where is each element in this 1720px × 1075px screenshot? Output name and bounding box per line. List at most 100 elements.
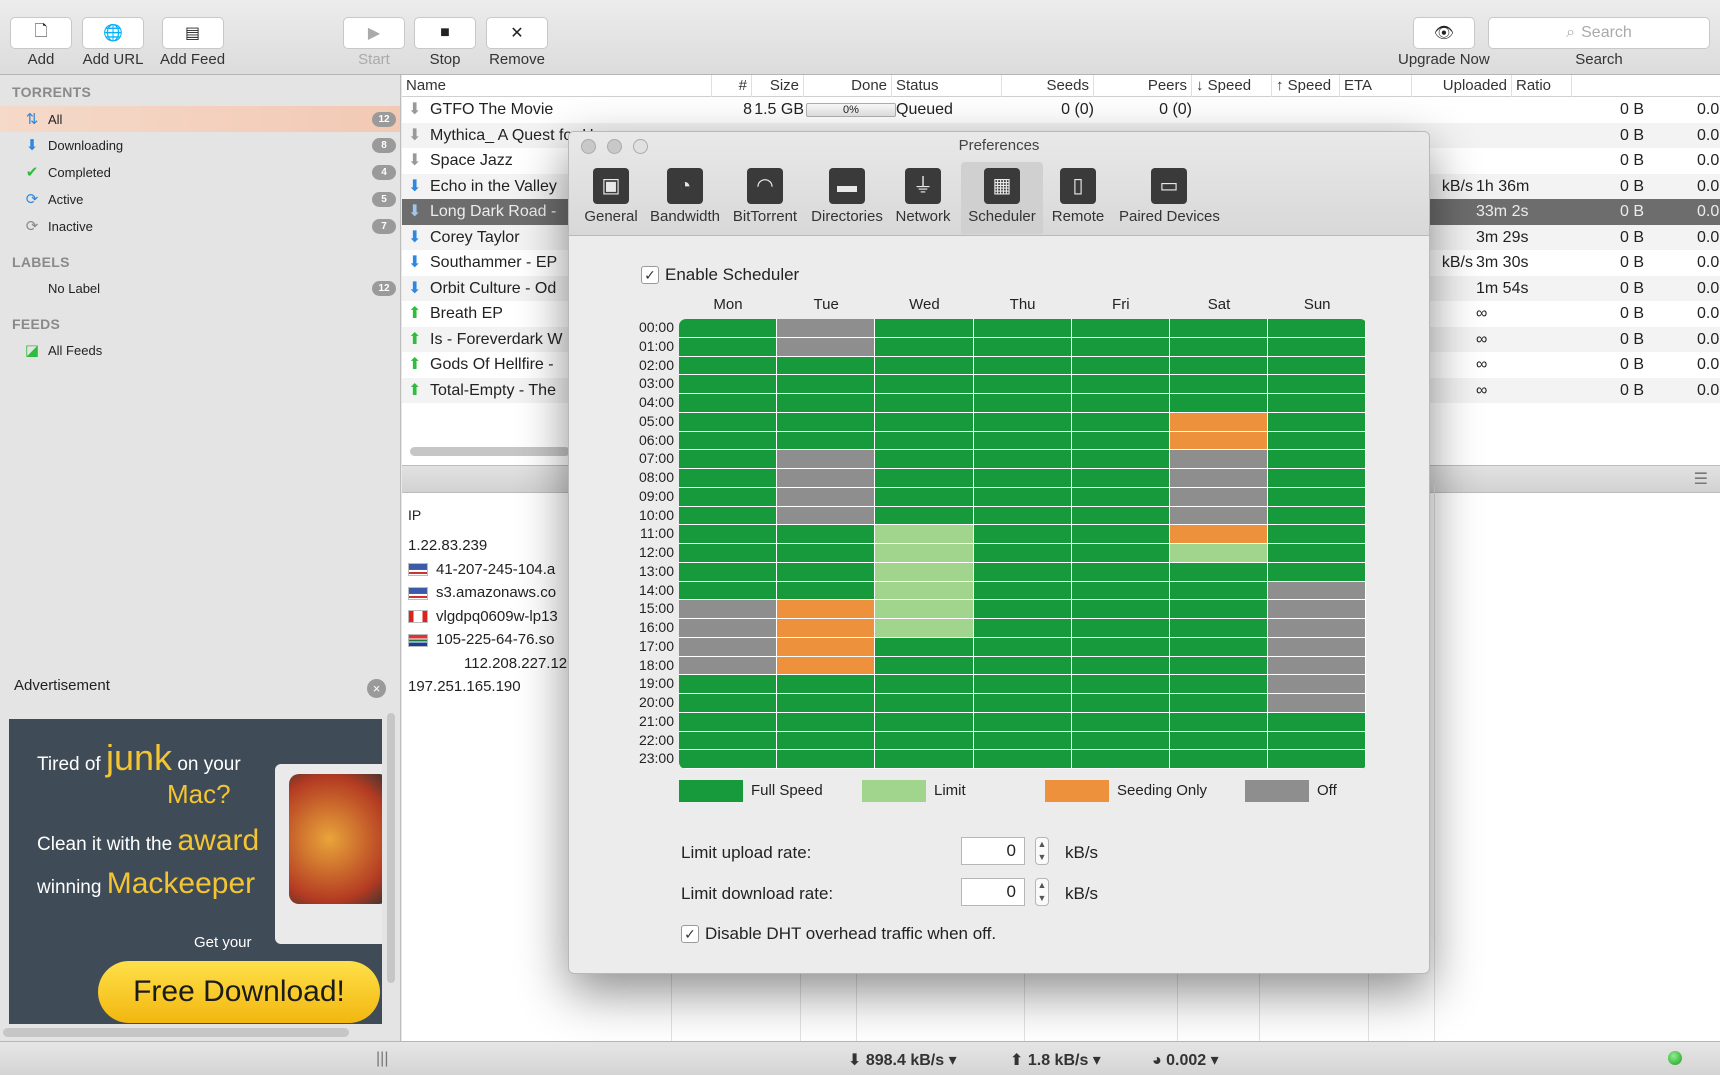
upload-speed-status[interactable]: ⬆ 1.8 kB/s ▾: [1010, 1050, 1101, 1070]
schedule-cell[interactable]: [679, 375, 778, 394]
remove-button[interactable]: ✕ Remove: [486, 17, 548, 68]
schedule-cell[interactable]: [777, 562, 876, 582]
download-rate-input[interactable]: 0: [961, 878, 1025, 906]
schedule-cell[interactable]: [875, 412, 974, 432]
peer-row[interactable]: s3.amazonaws.co: [408, 584, 556, 601]
schedule-cell[interactable]: [875, 750, 974, 769]
column-header[interactable]: Peers: [1094, 75, 1192, 97]
schedule-cell[interactable]: [679, 394, 778, 413]
column-header[interactable]: Seeds: [1002, 75, 1094, 97]
ratio-status[interactable]: ◕ 0.002 ▾: [1152, 1050, 1219, 1070]
schedule-cell[interactable]: [973, 394, 1072, 413]
schedule-cell[interactable]: [973, 506, 1072, 526]
column-header[interactable]: #: [712, 75, 752, 97]
free-download-button[interactable]: Free Download!: [98, 961, 380, 1023]
schedule-cell[interactable]: [679, 637, 778, 657]
schedule-cell[interactable]: [1268, 675, 1367, 694]
schedule-cell[interactable]: [973, 450, 1072, 469]
close-ad-icon[interactable]: ×: [367, 679, 386, 698]
schedule-cell[interactable]: [777, 375, 876, 394]
schedule-cell[interactable]: [1170, 487, 1269, 507]
schedule-cell[interactable]: [1071, 712, 1170, 732]
schedule-cell[interactable]: [679, 712, 778, 732]
schedule-cell[interactable]: [679, 656, 778, 676]
schedule-cell[interactable]: [777, 544, 876, 563]
schedule-cell[interactable]: [1071, 600, 1170, 619]
schedule-cell[interactable]: [679, 581, 778, 601]
schedule-cell[interactable]: [1268, 619, 1367, 638]
schedule-cell[interactable]: [679, 619, 778, 638]
schedule-cell[interactable]: [1071, 637, 1170, 657]
schedule-cell[interactable]: [1071, 431, 1170, 451]
sidebar-item-no-label[interactable]: No Label 12: [0, 275, 400, 301]
schedule-cell[interactable]: [875, 712, 974, 732]
schedule-cell[interactable]: [1170, 581, 1269, 601]
tab-network[interactable]: ⏚ Network: [891, 162, 955, 234]
schedule-cell[interactable]: [777, 431, 876, 451]
schedule-cell[interactable]: [1071, 319, 1170, 338]
column-header[interactable]: ETA: [1340, 75, 1412, 97]
schedule-cell[interactable]: [679, 675, 778, 694]
schedule-cell[interactable]: [875, 544, 974, 563]
peer-row[interactable]: vlgdpq0609w-lp13: [408, 608, 558, 625]
tab-scheduler[interactable]: ▦ Scheduler: [961, 162, 1043, 234]
schedule-cell[interactable]: [1268, 487, 1367, 507]
schedule-cell[interactable]: [1268, 356, 1367, 376]
schedule-cell[interactable]: [973, 469, 1072, 488]
schedule-cell[interactable]: [875, 637, 974, 657]
schedule-cell[interactable]: [875, 394, 974, 413]
schedule-cell[interactable]: [1071, 394, 1170, 413]
schedule-cell[interactable]: [1071, 562, 1170, 582]
schedule-cell[interactable]: [679, 562, 778, 582]
resize-grip-icon[interactable]: |||: [376, 1050, 388, 1068]
column-header[interactable]: Name: [402, 75, 712, 97]
peer-row[interactable]: 197.251.165.190: [408, 678, 521, 695]
schedule-cell[interactable]: [875, 581, 974, 601]
schedule-cell[interactable]: [679, 750, 778, 769]
schedule-cell[interactable]: [679, 731, 778, 751]
schedule-cell[interactable]: [1170, 694, 1269, 713]
schedule-cell[interactable]: [1268, 506, 1367, 526]
schedule-cell[interactable]: [1170, 637, 1269, 657]
schedule-cell[interactable]: [1170, 450, 1269, 469]
start-button[interactable]: ▶ Start: [343, 17, 405, 68]
schedule-cell[interactable]: [1268, 562, 1367, 582]
schedule-cell[interactable]: [973, 581, 1072, 601]
schedule-cell[interactable]: [1268, 731, 1367, 751]
schedule-cell[interactable]: [1071, 506, 1170, 526]
schedule-cell[interactable]: [973, 675, 1072, 694]
schedule-cell[interactable]: [777, 675, 876, 694]
column-header[interactable]: Status: [892, 75, 1002, 97]
enable-scheduler-checkbox[interactable]: ✓ Enable Scheduler: [641, 265, 799, 285]
schedule-cell[interactable]: [973, 544, 1072, 563]
schedule-cell[interactable]: [1170, 600, 1269, 619]
schedule-cell[interactable]: [679, 600, 778, 619]
schedule-cell[interactable]: [777, 581, 876, 601]
schedule-cell[interactable]: [679, 337, 778, 357]
schedule-cell[interactable]: [1268, 319, 1367, 338]
schedule-cell[interactable]: [777, 356, 876, 376]
schedule-cell[interactable]: [875, 375, 974, 394]
peer-row[interactable]: 41-207-245-104.a: [408, 561, 555, 578]
schedule-cell[interactable]: [1268, 694, 1367, 713]
column-header[interactable]: Ratio: [1512, 75, 1572, 97]
schedule-cell[interactable]: [679, 506, 778, 526]
schedule-cell[interactable]: [973, 637, 1072, 657]
schedule-cell[interactable]: [1170, 675, 1269, 694]
schedule-cell[interactable]: [875, 431, 974, 451]
schedule-cell[interactable]: [1071, 356, 1170, 376]
schedule-cell[interactable]: [777, 600, 876, 619]
schedule-cell[interactable]: [679, 487, 778, 507]
sidebar-item-all[interactable]: ⇅ All 12: [0, 106, 400, 132]
schedule-cell[interactable]: [777, 487, 876, 507]
schedule-cell[interactable]: [1170, 731, 1269, 751]
torrent-row[interactable]: ⬇ GTFO The Movie 8 1.5 GB Queued 0 (0) 0 (0) 0 …: [402, 97, 1720, 123]
schedule-cell[interactable]: [1071, 619, 1170, 638]
download-rate-stepper[interactable]: ▲ ▼: [1035, 878, 1049, 906]
schedule-cell[interactable]: [1170, 619, 1269, 638]
sidebar-item-active[interactable]: ⟳ Active 5: [0, 186, 400, 212]
schedule-cell[interactable]: [875, 319, 974, 338]
schedule-cell[interactable]: [679, 694, 778, 713]
schedule-cell[interactable]: [777, 619, 876, 638]
upload-rate-stepper[interactable]: ▲ ▼: [1035, 837, 1049, 865]
